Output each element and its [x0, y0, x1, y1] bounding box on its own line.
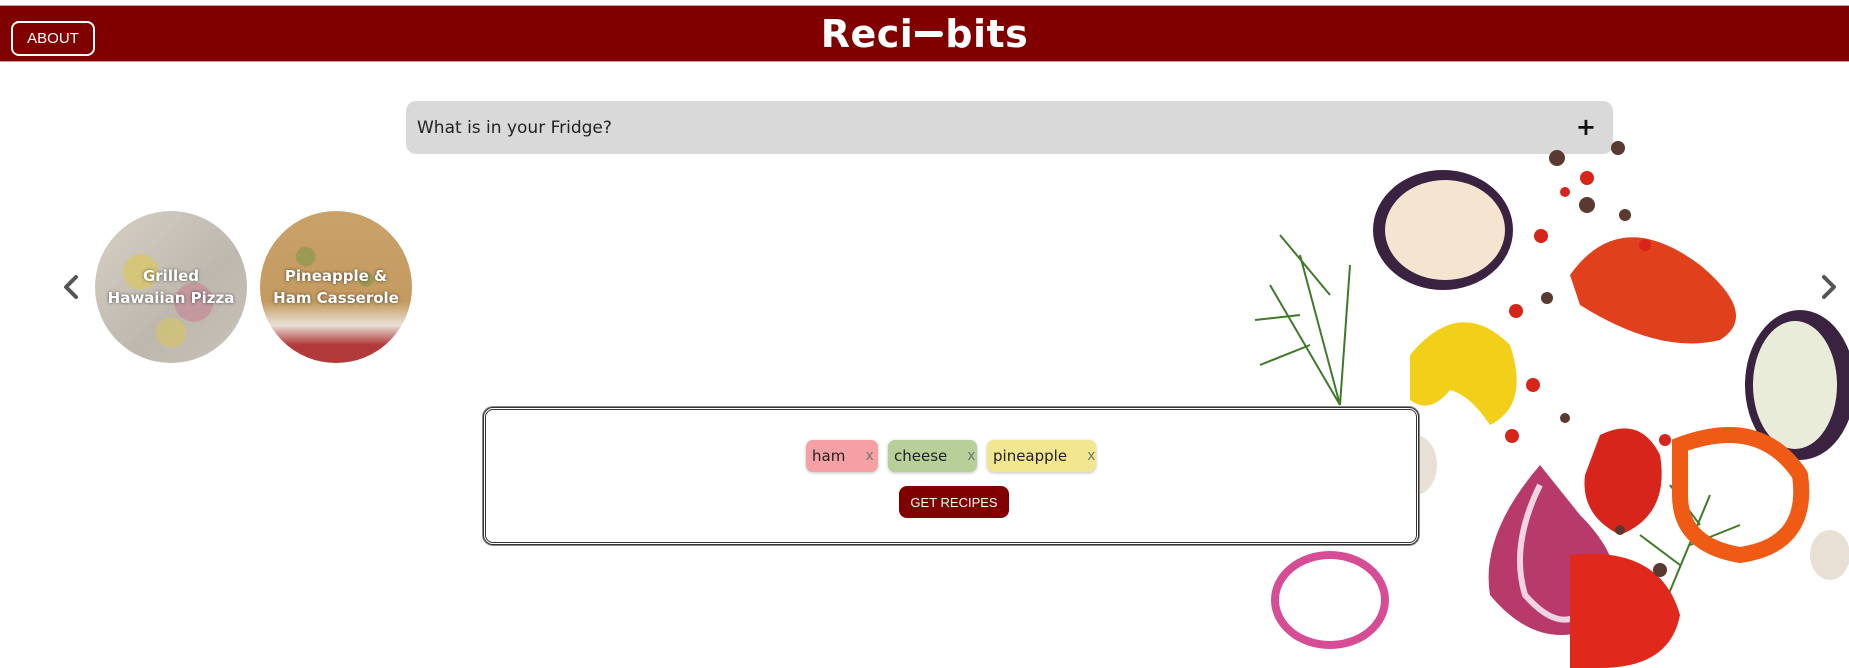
fridge-accordion-label: What is in your Fridge?	[417, 117, 612, 138]
ingredient-chip[interactable]: ham x	[806, 440, 878, 472]
recipe-title: Grilled Hawaiian Pizza	[107, 267, 235, 307]
chevron-right-icon	[1822, 275, 1836, 299]
ingredient-chip-list: ham x cheese x pineapple x	[486, 440, 1416, 472]
ingredient-chip[interactable]: pineapple x	[987, 440, 1096, 472]
carousel-prev-button[interactable]	[58, 272, 86, 302]
ingredient-chip-label: ham	[812, 447, 846, 465]
knife-icon	[915, 30, 944, 37]
header: ABOUT Reci bits	[0, 0, 1849, 66]
remove-chip-button[interactable]: x	[967, 448, 975, 464]
recipe-card[interactable]: Grilled Hawaiian Pizza	[95, 211, 247, 363]
ingredient-chip-label: pineapple	[993, 447, 1068, 465]
logo: Reci bits	[0, 12, 1849, 56]
get-recipes-button[interactable]: GET RECIPES	[899, 486, 1009, 518]
logo-text-right: bits	[945, 12, 1029, 56]
chevron-left-icon	[64, 275, 78, 299]
remove-chip-button[interactable]: x	[1087, 448, 1095, 464]
recipe-title: Pineapple & Ham Casserole	[273, 267, 399, 307]
ingredient-chip[interactable]: cheese x	[888, 440, 977, 472]
ingredient-panel: ham x cheese x pineapple x GET RECIPES	[483, 407, 1419, 545]
ingredient-chip-label: cheese	[894, 447, 948, 465]
logo-text-left: Reci	[820, 12, 914, 56]
recipe-card[interactable]: Pineapple & Ham Casserole	[260, 211, 412, 363]
carousel-next-button[interactable]	[1814, 272, 1842, 302]
remove-chip-button[interactable]: x	[865, 448, 873, 464]
vegetables-illustration	[1254, 141, 1849, 668]
